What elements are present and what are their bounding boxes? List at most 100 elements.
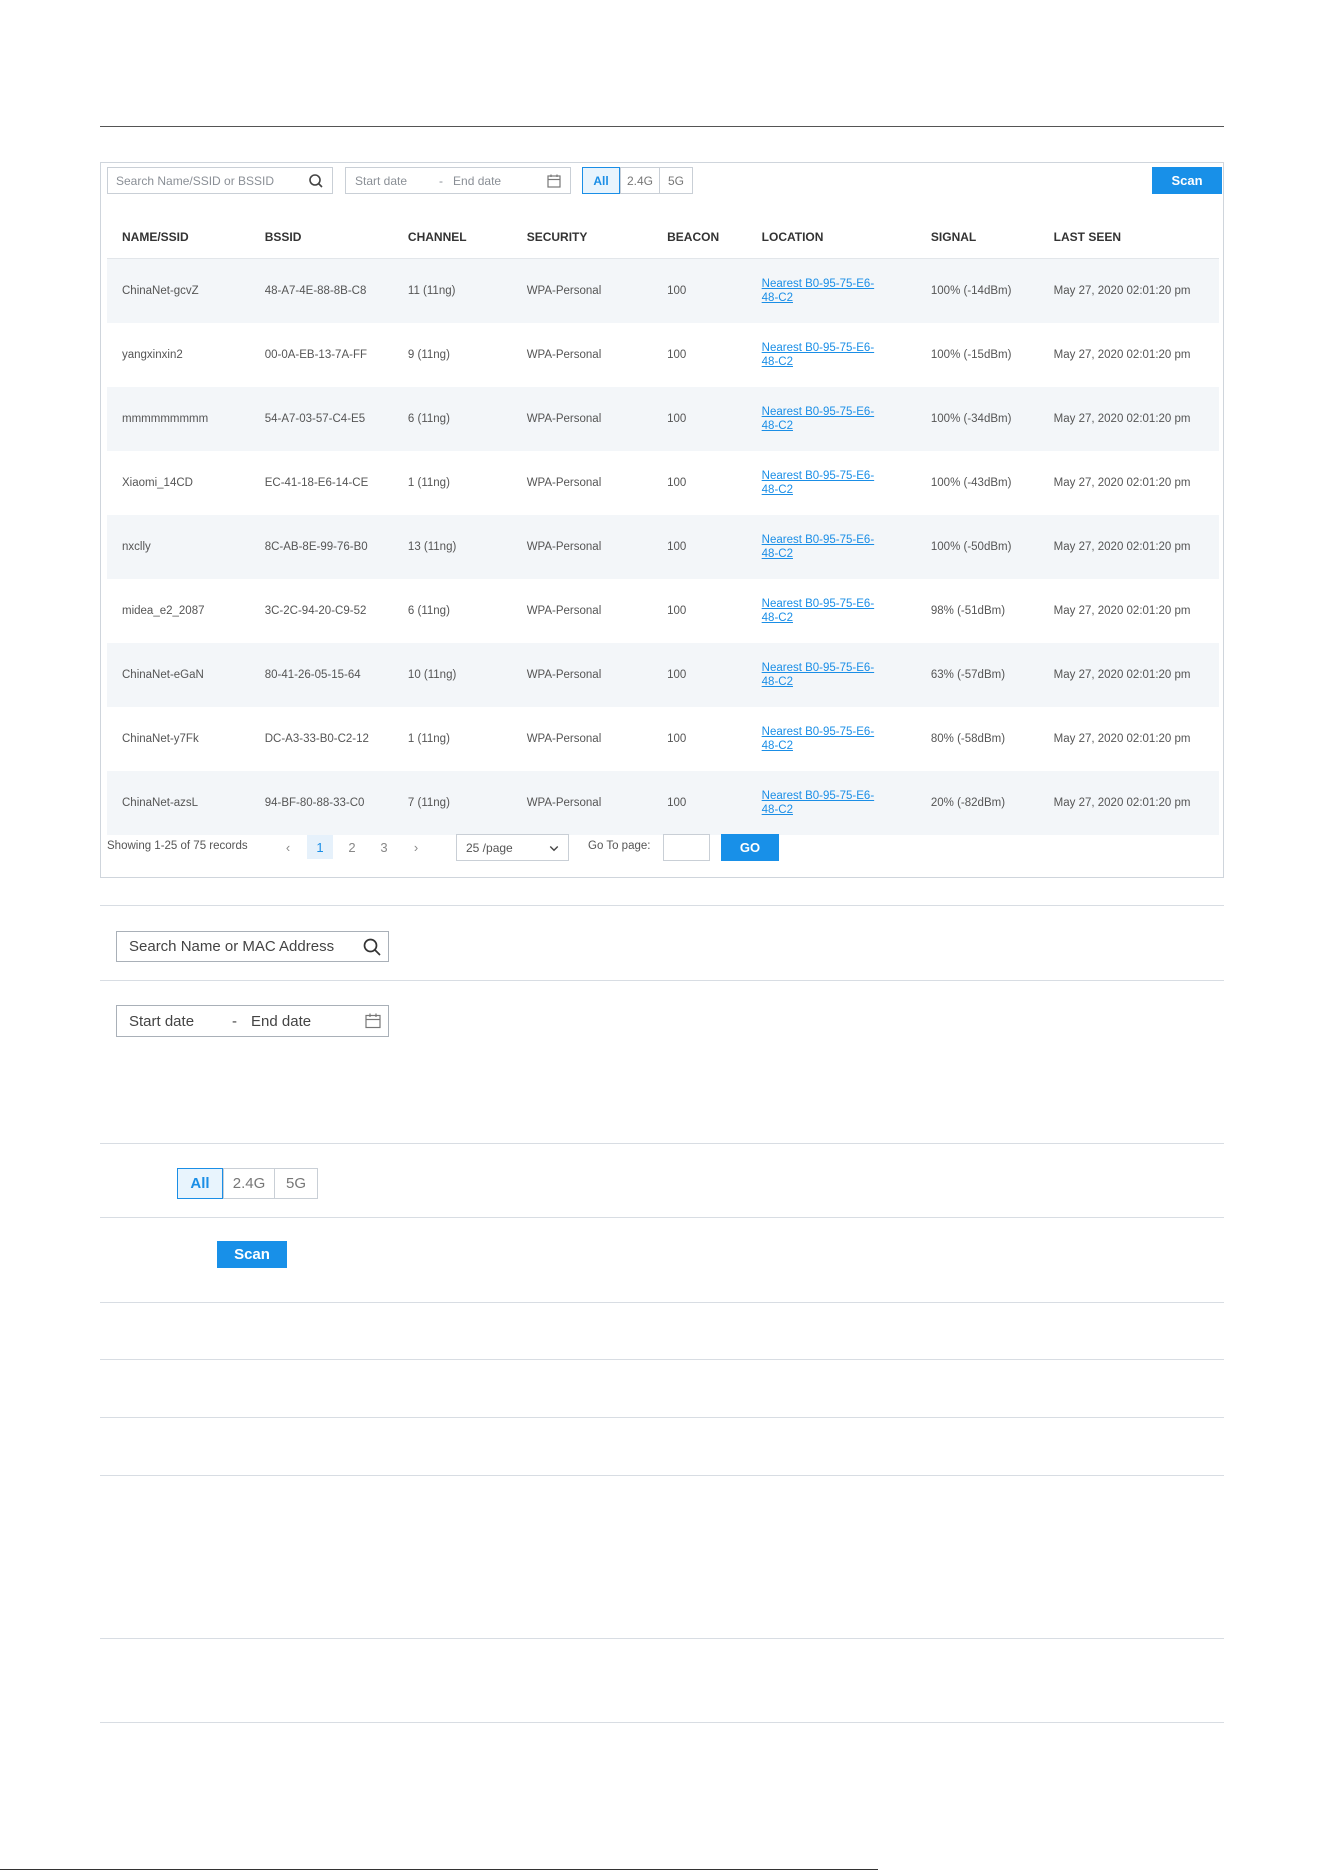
divider	[100, 980, 1224, 981]
table-cell: Xiaomi_14CD	[122, 477, 193, 489]
filter-5g[interactable]: 5G	[274, 1169, 317, 1198]
table-cell: 100	[652, 643, 747, 707]
table-cell: WPA-Personal	[526, 733, 602, 745]
chevron-down-icon	[549, 845, 559, 851]
table-cell: WPA-Personal	[526, 605, 602, 617]
table-cell: 100	[667, 477, 687, 489]
divider	[100, 905, 1224, 906]
table-cell: WPA-Personal	[526, 477, 602, 489]
filter-all[interactable]: All	[582, 167, 620, 194]
table-cell: 100	[652, 515, 747, 579]
filter-5g[interactable]: 5G	[659, 168, 692, 193]
table-cell: 54-A7-03-57-C4-E5	[249, 387, 393, 451]
table-cell: 6 (11ng)	[407, 605, 450, 617]
page-size-select[interactable]: 25 /page	[456, 834, 569, 861]
date-range-picker[interactable]: Start date - End date	[345, 167, 571, 194]
pagination: Showing 1-25 of 75 records ‹ 1 2 3 › 25 …	[101, 819, 1225, 875]
end-date: End date	[453, 173, 502, 188]
standalone-scan-button[interactable]: Scan	[217, 1241, 287, 1268]
column-header: SIGNAL	[915, 215, 1039, 259]
band-filter: All 2.4G 5G	[582, 167, 693, 194]
table-cell: 11 (11ng)	[392, 258, 512, 323]
table-cell: mmmmmmmmm	[107, 387, 250, 451]
table-cell: 6 (11ng)	[392, 387, 512, 451]
table-cell: 13 (11ng)	[392, 515, 512, 579]
table-cell: 1 (11ng)	[407, 733, 450, 745]
table-cell: 100	[667, 605, 687, 617]
table-body: ChinaNet-gcvZ 48-A7-4E-88-8B-C8 11 (11ng) W…	[107, 258, 1219, 835]
location-link[interactable]: Nearest B0-95-75-E6-48-C2	[746, 387, 916, 451]
table-cell: 10 (11ng)	[392, 643, 512, 707]
location-link[interactable]: Nearest B0-95-75-E6-48-C2	[747, 323, 916, 387]
table-cell: 100% (-15dBm)	[930, 349, 1012, 361]
filter-all[interactable]: All	[177, 1168, 223, 1199]
table-cell: May 27, 2020 02:01:20 pm	[1053, 733, 1191, 745]
table-row: midea_e2_2087 3C-2C-94-20-C9-52 6 (11ng) WP…	[107, 579, 1219, 643]
location-link[interactable]: Nearest B0-95-75-E6-48-C2	[746, 258, 916, 323]
location-link[interactable]: Nearest B0-95-75-E6-48-C2	[747, 707, 916, 771]
top-divider	[100, 126, 1224, 127]
divider	[100, 1638, 1224, 1639]
prev-page-icon[interactable]: ‹	[275, 835, 301, 859]
table-cell: 1 (11ng)	[407, 477, 450, 489]
table-row: ChinaNet-y7Fk DC-A3-33-B0-C2-12 1 (11ng) WP…	[107, 707, 1219, 771]
filter-2-4g[interactable]: 2.4G	[223, 1169, 274, 1198]
page-2[interactable]: 2	[339, 835, 365, 859]
mac-search-input[interactable]: Search Name or MAC Address	[116, 931, 389, 962]
table-cell: 00-0A-EB-13-7A-FF	[264, 349, 367, 361]
table-cell: 100	[667, 733, 687, 745]
table-cell: 100% (-43dBm)	[930, 477, 1012, 489]
table-cell: 100% (-50dBm)	[915, 515, 1039, 579]
search-icon	[309, 173, 323, 188]
divider	[100, 1417, 1224, 1418]
column-header: LOCATION	[746, 215, 916, 259]
filter-2-4g[interactable]: 2.4G	[620, 168, 659, 193]
location-link[interactable]: Nearest B0-95-75-E6-48-C2	[747, 579, 916, 643]
table-cell: 8C-AB-8E-99-76-B0	[249, 515, 393, 579]
divider	[100, 1722, 1224, 1723]
table-cell: ChinaNet-eGaN	[107, 643, 250, 707]
ssid-search-input[interactable]: Search Name/SSID or BSSID	[107, 167, 333, 194]
location-link[interactable]: Nearest B0-95-75-E6-48-C2	[746, 643, 916, 707]
table-cell: DC-A3-33-B0-C2-12	[264, 733, 369, 745]
column-header: SECURITY	[511, 215, 653, 259]
column-header: CHANNEL	[392, 215, 512, 259]
page-3[interactable]: 3	[371, 835, 397, 859]
go-button[interactable]: GO	[721, 834, 779, 861]
table-cell: May 27, 2020 02:01:20 pm	[1053, 349, 1191, 361]
table-cell: yangxinxin2	[122, 349, 183, 361]
end-date: End date	[251, 1012, 312, 1030]
divider	[100, 1359, 1224, 1360]
table-cell: WPA-Personal	[511, 643, 653, 707]
page-1[interactable]: 1	[307, 835, 333, 859]
start-date: Start date	[355, 173, 408, 188]
table-cell: 100	[652, 258, 747, 323]
table-row: mmmmmmmmm 54-A7-03-57-C4-E5 6 (11ng) WPA-Pe…	[107, 387, 1219, 451]
table-cell: EC-41-18-E6-14-CE	[264, 477, 369, 489]
column-header: LAST SEEN	[1038, 215, 1219, 259]
location-link[interactable]: Nearest B0-95-75-E6-48-C2	[747, 451, 916, 515]
table-cell: 9 (11ng)	[407, 349, 450, 361]
goto-page-input[interactable]	[663, 834, 710, 861]
table-cell: 3C-2C-94-20-C9-52	[264, 605, 367, 617]
table-cell: ChinaNet-y7Fk	[122, 733, 199, 745]
next-page-icon[interactable]: ›	[403, 835, 429, 859]
table-cell: nxclly	[107, 515, 250, 579]
divider	[100, 1302, 1224, 1303]
divider	[100, 1475, 1224, 1476]
table-cell: May 27, 2020 02:01:20 pm	[1053, 477, 1191, 489]
table-cell: 80-41-26-05-15-64	[249, 643, 393, 707]
scan-results-panel: Search Name/SSID or BSSID Start date - E…	[100, 162, 1224, 878]
location-link[interactable]: Nearest B0-95-75-E6-48-C2	[746, 515, 916, 579]
table-cell: 100% (-14dBm)	[915, 258, 1039, 323]
table-row: ChinaNet-gcvZ 48-A7-4E-88-8B-C8 11 (11ng) W…	[107, 258, 1219, 323]
standalone-date-range-picker[interactable]: Start date - End date	[116, 1005, 389, 1037]
table-cell: WPA-Personal	[526, 349, 602, 361]
table-cell: May 27, 2020 02:01:20 pm	[1053, 605, 1191, 617]
column-header: BSSID	[249, 215, 393, 259]
table-cell: ChinaNet-gcvZ	[107, 258, 250, 323]
table-cell: 63% (-57dBm)	[915, 643, 1039, 707]
scan-button[interactable]: Scan	[1152, 167, 1222, 194]
column-header: NAME/SSID	[107, 215, 250, 259]
calendar-icon	[365, 1013, 381, 1029]
